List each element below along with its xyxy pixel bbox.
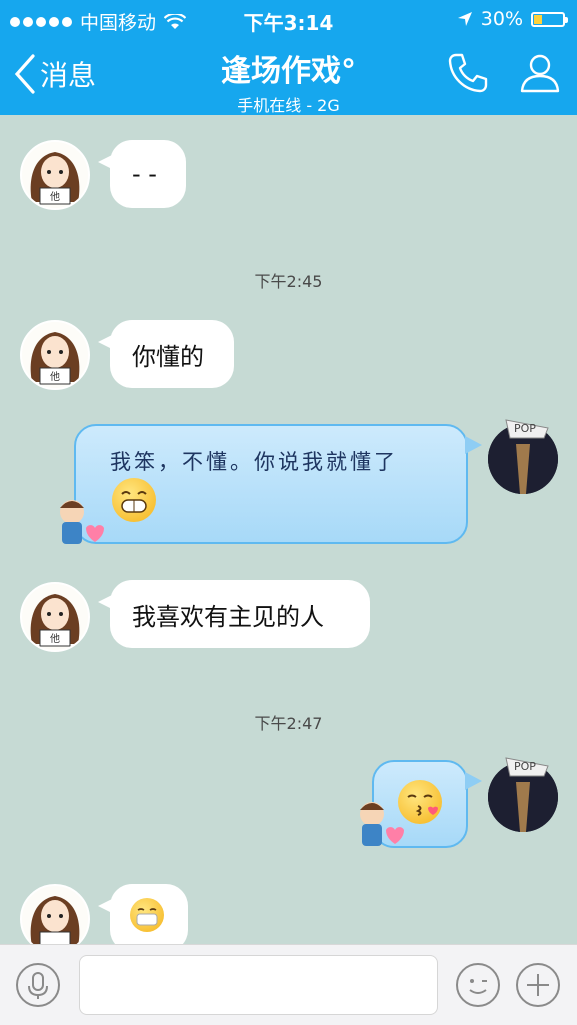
phone-call-icon[interactable]	[447, 52, 489, 94]
message-text: 我喜欢有主见的人	[132, 602, 324, 631]
message-text: 你懂的	[132, 342, 204, 371]
message-text: - -	[132, 160, 157, 188]
emoji-button[interactable]	[456, 963, 500, 1007]
svg-text:POP: POP	[514, 760, 536, 773]
girl-avatar-icon	[30, 896, 80, 949]
grin-emoji-icon	[112, 478, 156, 522]
girl-avatar-icon: 他	[30, 152, 80, 205]
mask-emoji-icon	[130, 898, 164, 932]
contact-avatar[interactable]: 他	[20, 320, 90, 390]
girl-avatar-icon: 他	[30, 332, 80, 385]
battery-percent: 30%	[480, 8, 523, 30]
message-bubble-incoming[interactable]	[98, 884, 188, 952]
message-text: 我笨，不懂。你说我就懂了	[110, 450, 398, 474]
voice-input-button[interactable]	[16, 963, 60, 1007]
smiley-face-icon	[469, 979, 487, 994]
contact-avatar[interactable]: 他	[20, 140, 90, 210]
suit-avatar-icon: POP	[488, 757, 558, 832]
message-bubble-incoming[interactable]: - -	[98, 140, 186, 208]
suit-avatar-icon: POP	[488, 419, 558, 494]
online-status: 手机在线 - 2G	[237, 96, 340, 115]
battery-icon	[531, 11, 568, 27]
boy-pendant-icon	[360, 802, 404, 846]
svg-text:他: 他	[50, 632, 60, 645]
svg-text:POP: POP	[514, 422, 536, 435]
message-bubble-incoming[interactable]: 我喜欢有主见的人	[98, 580, 370, 648]
contact-profile-icon[interactable]	[519, 52, 561, 94]
contact-avatar[interactable]: 他	[20, 582, 90, 652]
svg-text:他: 他	[50, 190, 60, 203]
top-bar: 中国移动 下午3:14 30% 消息 逢场作戏° 手机在线 - 2G	[0, 0, 577, 115]
kiss-emoji-icon	[398, 780, 442, 824]
my-avatar[interactable]: POP	[488, 419, 558, 494]
location-arrow-icon	[457, 12, 472, 26]
my-avatar[interactable]: POP	[488, 757, 558, 832]
message-bubble-outgoing[interactable]: 我笨，不懂。你说我就懂了	[74, 424, 482, 544]
chat-timestamp: 下午2:45	[254, 272, 323, 291]
message-bubble-incoming[interactable]: 你懂的	[98, 320, 234, 388]
boy-pendant-icon	[60, 500, 104, 544]
girl-avatar-icon: 他	[30, 594, 80, 647]
svg-text:他: 他	[50, 370, 60, 383]
message-input[interactable]	[79, 955, 438, 1015]
status-bar: 中国移动 下午3:14 30%	[0, 0, 577, 38]
input-bar	[0, 944, 577, 1025]
more-options-button[interactable]	[516, 963, 560, 1007]
microphone-icon	[28, 972, 48, 999]
chat-timestamp: 下午2:47	[254, 714, 323, 733]
plus-icon	[527, 974, 549, 996]
